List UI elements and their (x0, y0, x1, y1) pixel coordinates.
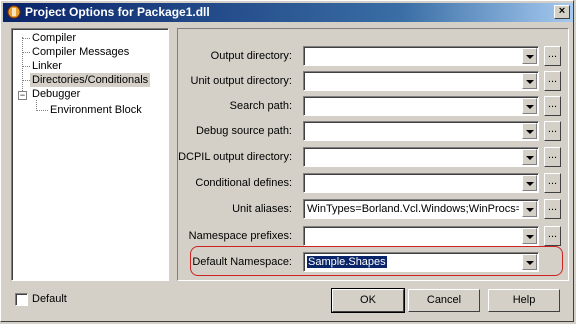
unit-aliases-row: Unit aliases: WinTypes=Borland.Vcl.Windo… (178, 199, 568, 219)
unit-aliases-browse-button[interactable]: ... (544, 199, 561, 219)
tree-connector (22, 38, 30, 39)
chevron-down-icon[interactable] (522, 201, 537, 217)
tree-item-compiler-messages[interactable]: Compiler Messages (30, 45, 131, 59)
chevron-down-icon[interactable] (522, 48, 537, 64)
window-title: Project Options for Package1.dll (25, 5, 210, 19)
unit-aliases-label: Unit aliases: (232, 203, 292, 215)
unit-output-directory-row: Unit output directory: ... (178, 71, 568, 91)
tree-connector (22, 80, 30, 81)
cancel-button[interactable]: Cancel (408, 289, 480, 312)
chevron-down-icon[interactable] (522, 228, 537, 244)
namespace-prefixes-combo[interactable] (303, 226, 539, 246)
directories-panel: Output directory: ... Unit output direct… (177, 28, 569, 281)
tree-item-linker[interactable]: Linker (30, 59, 64, 73)
options-tree[interactable]: Compiler Compiler Messages Linker Direct… (11, 28, 169, 281)
dcpil-output-directory-browse-button[interactable]: ... (544, 147, 561, 167)
tree-connector (22, 52, 30, 53)
unit-output-directory-combo[interactable] (303, 71, 539, 91)
unit-aliases-combo[interactable]: WinTypes=Borland.Vcl.Windows;WinProcs=Bo… (303, 199, 539, 219)
default-checkbox[interactable] (15, 293, 28, 306)
namespace-prefixes-browse-button[interactable]: ... (544, 226, 561, 246)
project-options-dialog: Project Options for Package1.dll × Compi… (0, 0, 574, 322)
collapse-icon[interactable]: − (18, 91, 27, 100)
tree-item-debugger[interactable]: Debugger (30, 87, 82, 101)
debug-source-path-combo[interactable] (303, 121, 539, 141)
unit-output-directory-label: Unit output directory: (190, 75, 293, 87)
chevron-down-icon[interactable] (522, 123, 537, 139)
debug-source-path-label: Debug source path: (195, 125, 292, 137)
output-directory-browse-button[interactable]: ... (544, 46, 561, 66)
namespace-prefixes-label: Namespace prefixes: (188, 230, 292, 242)
close-icon: × (558, 5, 566, 17)
help-button[interactable]: Help (488, 289, 560, 312)
close-button[interactable]: × (554, 5, 570, 19)
dcpil-output-directory-combo[interactable] (303, 147, 539, 167)
tree-connector (36, 110, 48, 111)
dcpil-output-directory-row: DCPIL output directory: ... (178, 147, 568, 167)
chevron-down-icon[interactable] (522, 98, 537, 114)
conditional-defines-combo[interactable] (303, 173, 539, 193)
default-checkbox-label[interactable]: Default (32, 293, 67, 305)
default-namespace-highlight (190, 246, 563, 276)
unit-aliases-value: WinTypes=Borland.Vcl.Windows;WinProcs=Bo… (307, 203, 519, 215)
chevron-down-icon[interactable] (522, 175, 537, 191)
chevron-down-icon[interactable] (522, 73, 537, 89)
search-path-combo[interactable] (303, 96, 539, 116)
tree-connector (22, 66, 30, 67)
chevron-down-icon[interactable] (522, 149, 537, 165)
namespace-prefixes-row: Namespace prefixes: ... (178, 226, 568, 246)
tree-item-compiler[interactable]: Compiler (30, 31, 78, 45)
search-path-label: Search path: (229, 100, 292, 112)
search-path-browse-button[interactable]: ... (544, 96, 561, 116)
conditional-defines-label: Conditional defines: (195, 177, 292, 189)
title-bar[interactable]: Project Options for Package1.dll × (3, 3, 573, 22)
tree-item-directories-conditionals[interactable]: Directories/Conditionals (30, 73, 151, 87)
output-directory-row: Output directory: ... (178, 46, 568, 66)
delphi-app-icon (7, 5, 21, 19)
output-directory-combo[interactable] (303, 46, 539, 66)
output-directory-label: Output directory: (210, 50, 292, 62)
debug-source-path-row: Debug source path: ... (178, 121, 568, 141)
search-path-row: Search path: ... (178, 96, 568, 116)
debug-source-path-browse-button[interactable]: ... (544, 121, 561, 141)
tree-item-environment-block[interactable]: Environment Block (48, 103, 144, 117)
dcpil-output-directory-label: DCPIL output directory: (178, 151, 292, 163)
ok-button[interactable]: OK (331, 288, 405, 313)
conditional-defines-row: Conditional defines: ... (178, 173, 568, 193)
unit-output-directory-browse-button[interactable]: ... (544, 71, 561, 91)
conditional-defines-browse-button[interactable]: ... (544, 173, 561, 193)
